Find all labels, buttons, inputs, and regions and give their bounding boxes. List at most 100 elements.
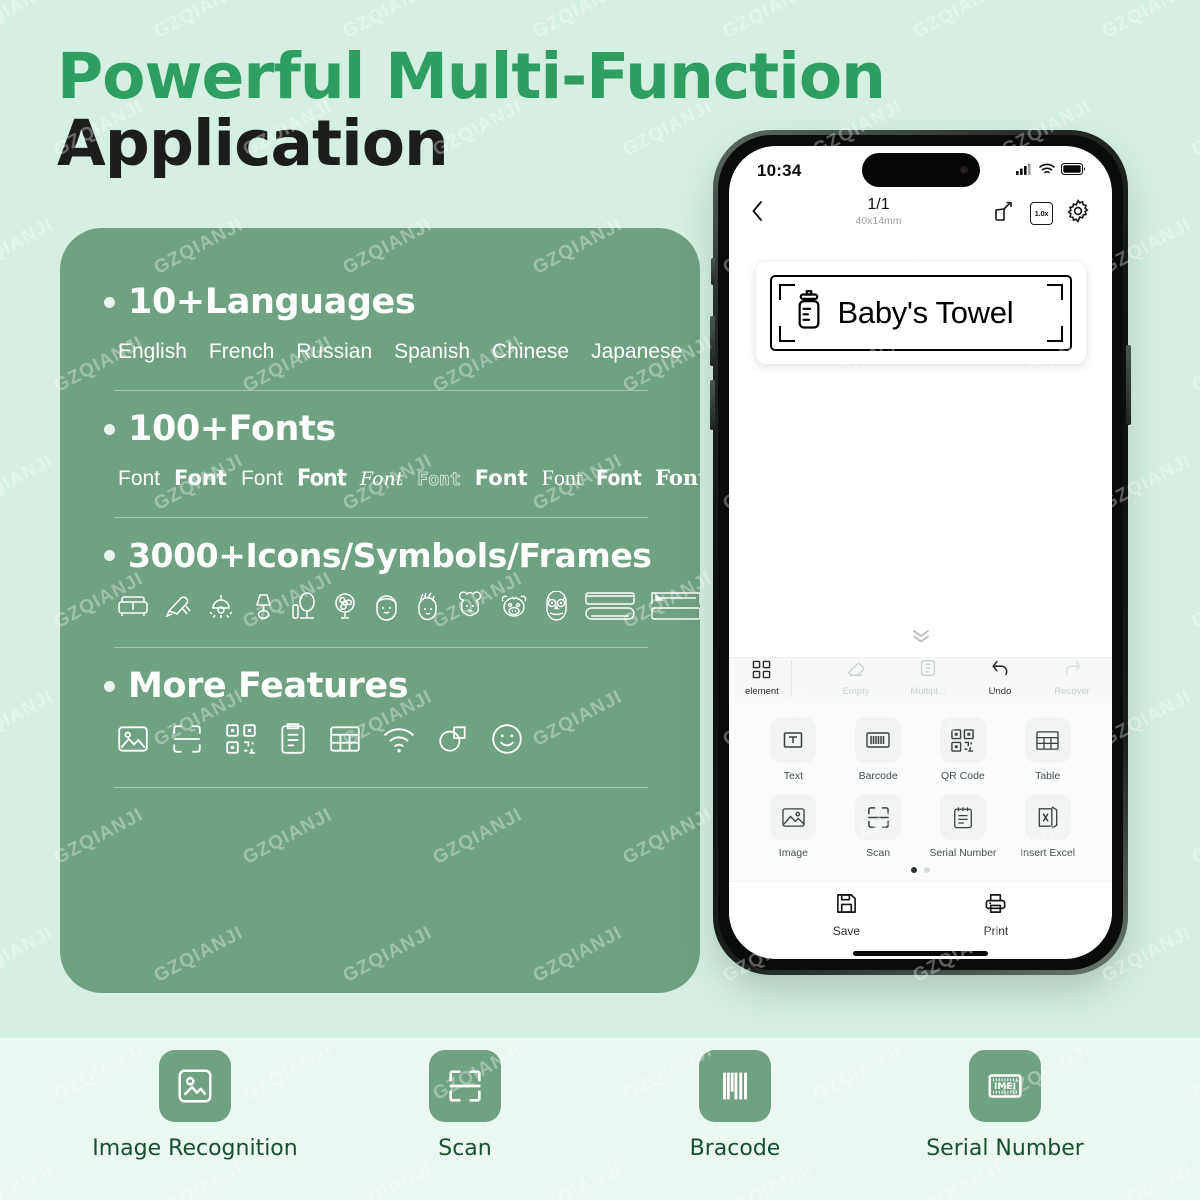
toolbar-actions: 1.0x [993,198,1090,228]
footer-feature-strip: Image Recognition Scan Bracode IMEI Seri… [0,1050,1200,1161]
status-clock: 10:34 [757,161,802,180]
tool-qr-code[interactable]: QR Code [921,717,1006,782]
shapes-icon [436,722,470,761]
sofa-icon [116,591,150,621]
corner-bracket [778,284,795,300]
font-sample: Font [240,467,283,490]
baby-bottle-icon [792,289,826,338]
font-sample: Font [541,465,583,490]
wifi-icon [1039,162,1055,180]
svg-text:IMEI: IMEI [994,1082,1016,1092]
headline-line-1: Powerful Multi-Function [57,40,886,113]
app-toolbar: 1/1 40x14mm 1.0x [729,192,1112,242]
section-title: 10+Languages [128,282,416,322]
volume-up-button[interactable] [710,316,715,366]
scan-frame-icon [429,1050,501,1122]
footer-feature-label: Image Recognition [92,1136,298,1161]
tab-element[interactable]: element [745,660,792,697]
corner-bracket [778,326,795,342]
tab-element-label: element [745,686,779,697]
pendant-lamp-icon [206,591,236,621]
language-item: Spanish [394,340,471,363]
action-empty-label: Empty [842,686,870,697]
girl-face-icon [414,591,441,621]
frame-arrow-icon [650,591,700,621]
tool-label: Insert Excel [1020,847,1076,859]
back-chevron-icon[interactable] [751,200,764,227]
tool-serial-number[interactable]: Serial Number [921,794,1006,859]
qr-code-icon [224,722,258,761]
imei-icon: IMEI [969,1050,1041,1122]
font-sample: Font [417,469,461,491]
more-feature-icon-list [116,722,656,761]
font-sample: Font [174,466,227,490]
font-sample: Font [596,466,642,490]
save-button[interactable]: Save [833,892,860,938]
image-icon [116,722,150,761]
tool-barcode[interactable]: Barcode [836,717,921,782]
features-card: 10+Languages English French Russian Span… [60,228,700,993]
redo-arrow-icon [1062,658,1083,683]
qr-code-icon [939,717,986,763]
label-preview[interactable]: Baby's Towel [755,262,1086,364]
label-text: Baby's Towel [837,295,1014,330]
footer-feature-label: Bracode [689,1136,781,1161]
clipboard-list-icon [278,722,308,761]
power-button[interactable] [1126,345,1131,425]
gear-icon[interactable] [1066,198,1090,228]
front-camera-icon [959,166,968,174]
tool-page-dots [751,859,1090,875]
label-canvas[interactable]: Baby's Towel [729,242,1112,657]
footer-feature-label: Scan [438,1136,492,1161]
page-dot[interactable] [924,867,930,873]
divider [114,517,648,518]
action-multiply[interactable]: Multipl... [904,658,952,697]
action-recover-label: Recover [1054,686,1090,697]
corner-mark [1033,204,1037,208]
tool-scan[interactable]: Scan [836,794,921,859]
action-empty[interactable]: Empty [832,658,880,697]
action-undo[interactable]: Undo [976,658,1024,697]
footer-feature-image-recognition: Image Recognition [80,1050,310,1161]
zoom-level-label: 1.0x [1034,208,1049,218]
image-recognition-icon [159,1050,231,1122]
element-actions: Empty Multipl... Undo Recover [832,658,1096,697]
footer-feature-serial-number: IMEI Serial Number [890,1050,1120,1161]
vanity-mirror-icon [291,591,317,621]
frame-double-line-icon [584,591,636,621]
action-recover[interactable]: Recover [1048,658,1096,697]
tool-insert-excel[interactable]: Insert Excel [1005,794,1090,859]
grid-squares-icon [752,660,771,684]
tool-image[interactable]: Image [751,794,836,859]
zoom-level-button[interactable]: 1.0x [1030,201,1053,225]
cow-icon [499,591,529,621]
fan-icon [331,591,359,621]
excel-file-icon [1024,794,1071,840]
printer-icon [984,892,1007,920]
tool-label: Barcode [858,770,898,782]
double-chevron-down-icon[interactable] [910,628,932,649]
bullet-dot [104,680,115,692]
volume-down-button[interactable] [710,380,715,430]
tool-label: QR Code [940,770,985,782]
wifi-icon [382,722,416,761]
page-dot[interactable] [911,867,917,873]
tool-label: Image [778,847,808,859]
bullet-dot [104,296,115,308]
corner-mark [1047,218,1051,222]
share-page-icon[interactable] [993,199,1017,228]
mute-switch[interactable] [711,258,715,285]
page-count: 1/1 [867,196,890,214]
tool-text[interactable]: Text [751,717,836,782]
print-button[interactable]: Print [984,892,1008,938]
section-languages: 10+Languages English French Russian Span… [104,282,682,391]
owl-icon [543,591,570,621]
section-title: More Features [128,666,409,706]
phone-frame: 10:34 1/1 40x14mm 1.0x Baby's Towel elem… [710,130,1131,975]
tool-table[interactable]: Table [1005,717,1090,782]
clipboard-list-icon [939,794,986,840]
bullet-dot [104,550,115,561]
footer-feature-barcode: Bracode [620,1050,850,1161]
language-item: Chinese [492,340,570,363]
font-sample: Font [296,465,347,491]
